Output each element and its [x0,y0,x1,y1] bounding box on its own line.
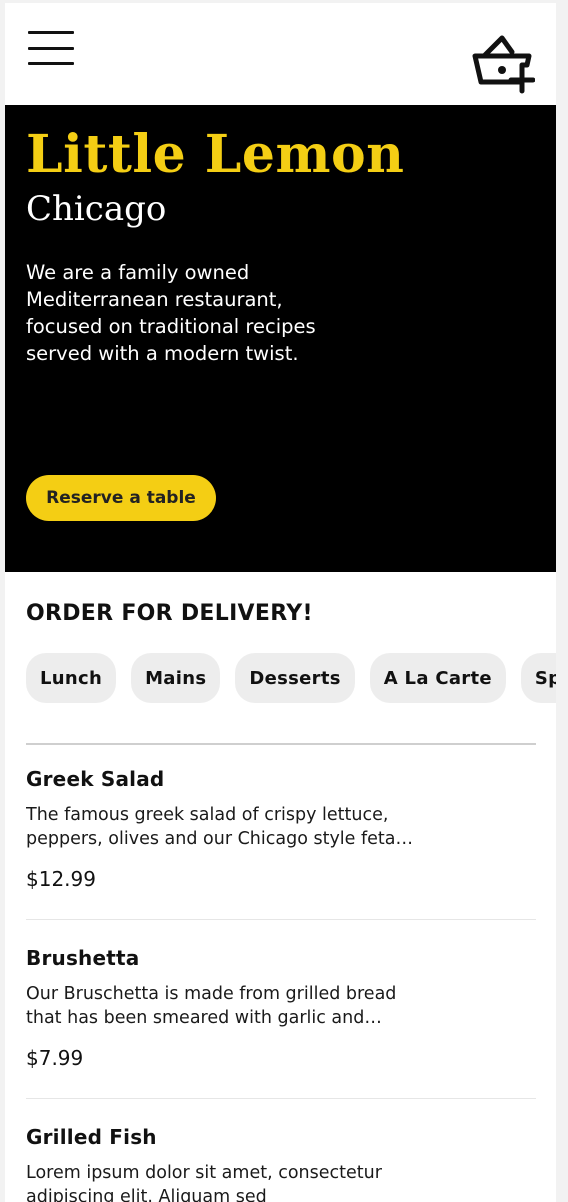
order-section-title: ORDER FOR DELIVERY! [26,601,313,626]
category-chip-a-la-carte[interactable]: A La Carte [369,653,506,703]
category-chips: Lunch Mains Desserts A La Carte Specials [26,653,556,703]
category-chip-lunch[interactable]: Lunch [26,653,117,703]
category-chip-specials[interactable]: Specials [520,653,556,703]
menu-item-name: Brushetta [26,946,140,970]
hamburger-menu-icon[interactable] [27,31,75,67]
reserve-table-button[interactable]: Reserve a table [26,475,216,521]
category-chip-desserts[interactable]: Desserts [235,653,355,703]
app-header [5,3,556,105]
menu-item-description: The famous greek salad of crispy lettuce… [26,805,396,849]
menu-item-description: Our Bruschetta is made from grilled brea… [26,984,397,1028]
menu-item[interactable]: Grilled Fish Lorem ipsum dolor sit amet,… [26,1123,536,1202]
item-divider [26,1098,536,1099]
menu-item-description: Lorem ipsum dolor sit amet, consectetur … [26,1163,382,1202]
hero-banner: Little Lemon Chicago We are a family own… [5,105,556,572]
menu-item-name: Greek Salad [26,767,165,791]
menu-item-price: $7.99 [26,1046,84,1070]
menu-item[interactable]: Greek Salad The famous greek salad of cr… [26,765,536,893]
restaurant-description: We are a family owned Mediterranean rest… [26,261,316,365]
app-screen: Little Lemon Chicago We are a family own… [5,3,556,1202]
basket-add-icon[interactable] [471,33,536,95]
section-divider [26,743,536,745]
item-divider [26,919,536,920]
menu-item-name: Grilled Fish [26,1125,157,1149]
category-chip-mains[interactable]: Mains [131,653,221,703]
menu-item-price: $12.99 [26,867,96,891]
restaurant-title: Little Lemon [26,124,405,185]
restaurant-city: Chicago [26,189,167,229]
menu-item[interactable]: Brushetta Our Bruschetta is made from gr… [26,944,536,1072]
